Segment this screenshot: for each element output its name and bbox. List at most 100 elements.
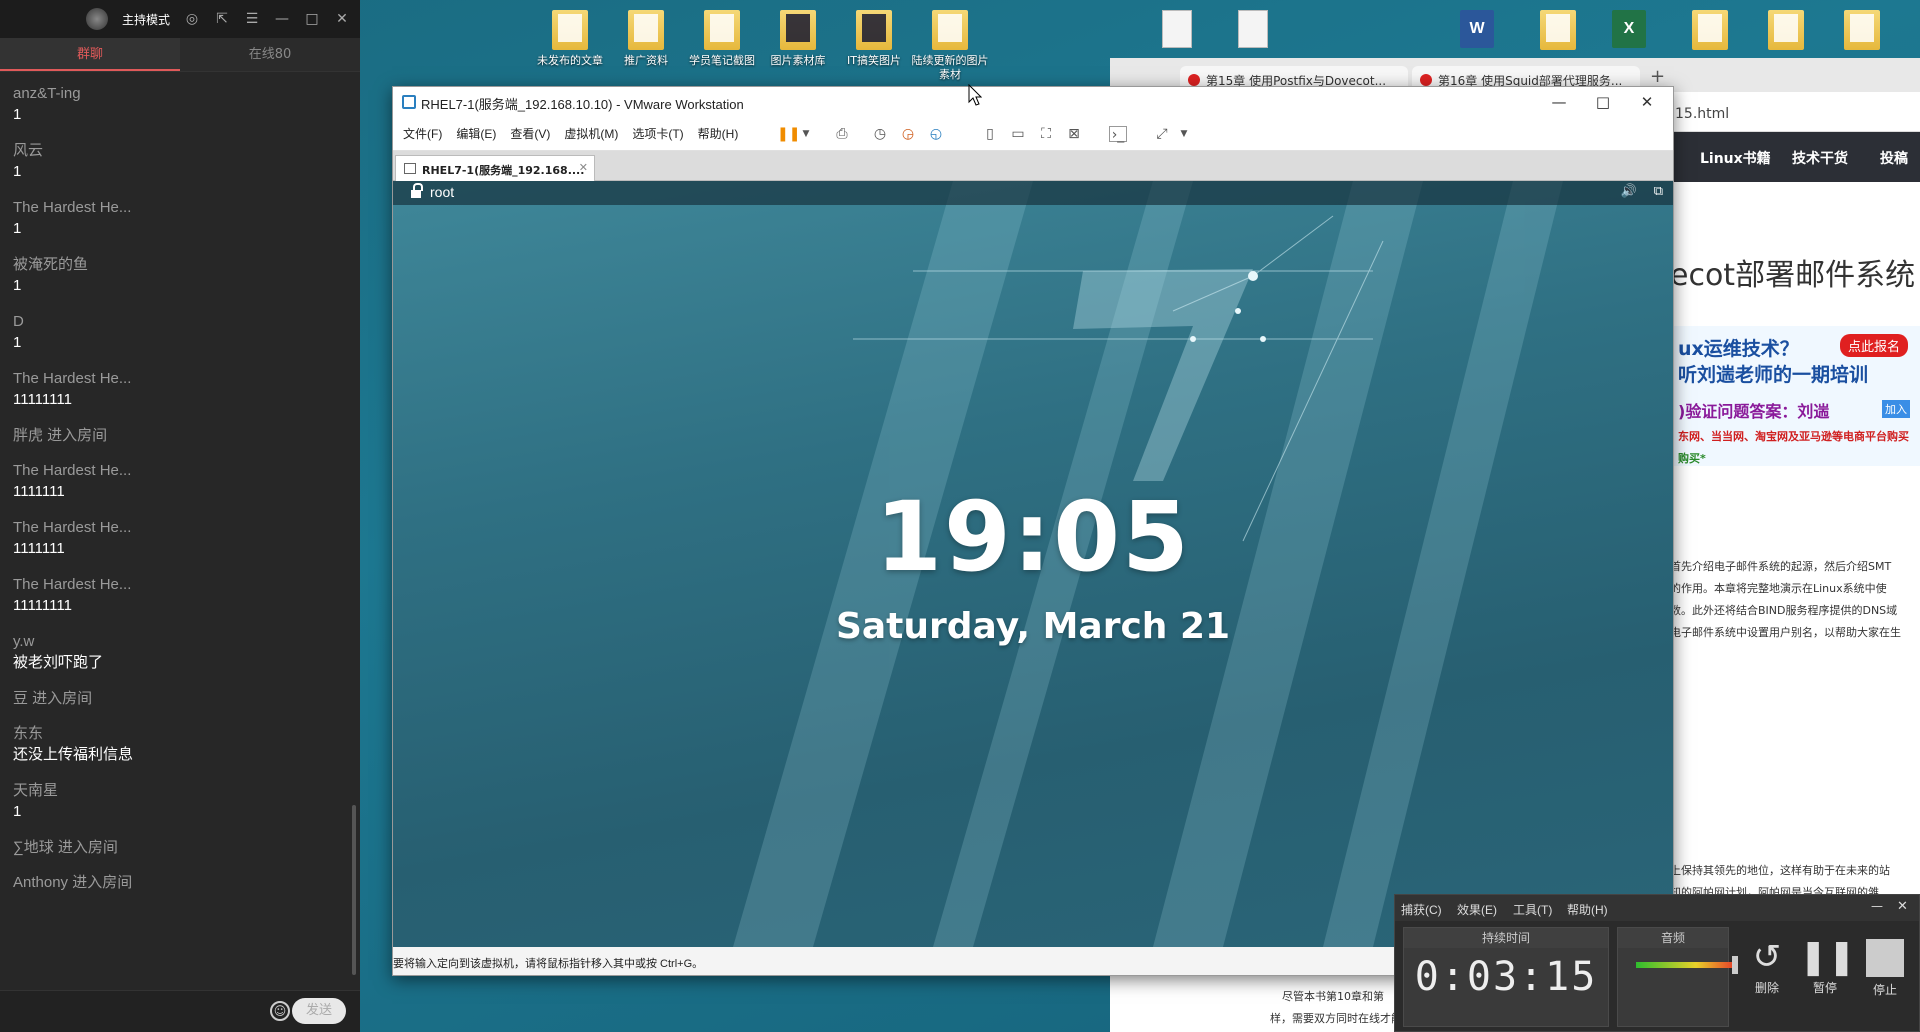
close-icon[interactable]: ✕ (1897, 899, 1908, 914)
desktop-folder-images[interactable]: 图片素材库 (756, 10, 840, 68)
pause-button[interactable]: ❚❚ 暂停 (1799, 935, 1856, 996)
send-button[interactable]: 发送 (292, 998, 346, 1024)
chat-input-bar[interactable]: ☺ 发送 (0, 990, 360, 1032)
nav-link-tech[interactable]: 技术干货 (1792, 148, 1848, 168)
desktop-folder-notes[interactable]: 学员笔记截图 (680, 10, 764, 68)
stretch-icon[interactable]: ⤢ (1153, 126, 1171, 142)
scrollbar[interactable] (352, 805, 356, 975)
audio-volume-slider[interactable] (1732, 956, 1738, 974)
library-view-icon[interactable]: ▯ (981, 126, 999, 142)
menu-file[interactable]: 文件(F) (403, 125, 442, 142)
message-sender[interactable]: Anthony 进入房间 (13, 873, 352, 893)
word-icon[interactable]: W (1460, 10, 1494, 48)
menu-tabs[interactable]: 选项卡(T) (632, 125, 683, 142)
close-button[interactable]: ✕ (1625, 90, 1669, 114)
menu-effects[interactable]: 效果(E) (1457, 901, 1497, 918)
message-sender[interactable]: The Hardest He... (13, 198, 352, 218)
desktop-folder-promo[interactable]: 推广资料 (604, 10, 688, 68)
folder-icon[interactable] (1844, 10, 1880, 50)
nav-link-submit[interactable]: 投稿 (1880, 148, 1908, 168)
chevron-down-icon[interactable]: ▼ (797, 126, 815, 142)
desktop-folder-funny[interactable]: IT搞笑图片 (832, 10, 916, 68)
excel-icon[interactable]: X (1612, 10, 1646, 48)
avatar[interactable] (85, 8, 108, 30)
message-sender[interactable]: 东东 (13, 724, 352, 744)
snapshot-icon[interactable]: ◷ (871, 126, 889, 142)
article-text: 首先介绍电子邮件系统的起源，然后介绍SMT (1670, 560, 1892, 573)
menu-edit[interactable]: 编辑(E) (456, 125, 496, 142)
document-icon[interactable] (1162, 10, 1192, 48)
vm-screen[interactable]: root 🔊 ⧉ 19:05 Saturday, March 21 (393, 181, 1673, 947)
console-icon[interactable]: ›_ (1109, 126, 1127, 143)
site-favicon-icon (1420, 74, 1432, 86)
message-sender[interactable]: The Hardest He... (13, 369, 352, 389)
emoji-icon[interactable]: ☺ (270, 1001, 290, 1021)
network-icon[interactable]: ⧉ (1654, 184, 1663, 199)
ad-banner[interactable]: ux运维技术？ 点此报名 听刘遄老师的一期培训 )验证问题答案：刘遄 加入 东网… (1670, 326, 1920, 466)
delete-button[interactable]: ↺ 删除 (1741, 935, 1793, 996)
target-icon[interactable]: ◎ (184, 11, 200, 27)
folder-icon[interactable] (1768, 10, 1804, 50)
join-badge[interactable]: 加入 (1882, 400, 1910, 418)
document-icon[interactable] (1238, 10, 1268, 48)
menu-tools[interactable]: 工具(T) (1513, 901, 1552, 918)
vmware-titlebar[interactable]: RHEL7-1(服务端_192.168.10.10) - VMware Work… (393, 87, 1673, 117)
message-sender[interactable]: D (13, 312, 352, 332)
menu-view[interactable]: 查看(V) (510, 125, 550, 142)
revert-snapshot-icon[interactable]: ◶ (899, 126, 917, 142)
menu-help[interactable]: 帮助(H) (1567, 901, 1608, 918)
maximize-icon[interactable]: □ (304, 11, 320, 27)
message-sender[interactable]: anz&T-ing (13, 84, 352, 104)
message-sender[interactable]: 胖虎 进入房间 (13, 426, 352, 446)
pause-icon[interactable]: ❚❚ (777, 126, 800, 142)
minimize-icon[interactable]: — (1871, 899, 1883, 913)
maximize-button[interactable]: □ (1581, 90, 1625, 114)
vm-tabbar: RHEL7-1(服务端_192.168.... ✕ (393, 151, 1673, 181)
folder-icon[interactable] (1692, 10, 1728, 50)
message-sender[interactable]: 天南星 (13, 781, 352, 801)
fullscreen-icon[interactable]: ⛶ (1037, 126, 1055, 142)
desktop-folder-updates[interactable]: 陆续更新的图片素材 (908, 10, 992, 82)
message-sender[interactable]: The Hardest He... (13, 575, 352, 595)
close-icon[interactable]: ✕ (579, 161, 588, 174)
message-sender[interactable]: 风云 (13, 141, 352, 161)
host-mode-label[interactable]: 主持模式 (122, 11, 170, 28)
volume-icon[interactable]: 🔊 (1621, 184, 1637, 199)
unity-icon[interactable]: ⊠ (1065, 126, 1083, 142)
menu-capture[interactable]: 捕获(C) (1401, 901, 1442, 918)
tab-online[interactable]: 在线80 (180, 38, 360, 71)
lock-clock: 19:05 (875, 481, 1191, 593)
message-sender[interactable]: The Hardest He... (13, 518, 352, 538)
menu-help[interactable]: 帮助(H) (698, 125, 739, 142)
minimize-button[interactable]: — (1537, 90, 1581, 114)
signup-badge[interactable]: 点此报名 (1840, 334, 1909, 357)
menu-icon[interactable]: ☰ (244, 11, 260, 27)
message-sender[interactable]: ∑地球 进入房间 (13, 838, 352, 858)
tab-group-chat[interactable]: 群聊 (0, 38, 180, 71)
list-item: 东东还没上传福利信息 (13, 724, 352, 766)
vm-tab[interactable]: RHEL7-1(服务端_192.168.... ✕ (395, 155, 595, 181)
send-keys-icon[interactable]: ⎙ (833, 126, 851, 142)
message-sender[interactable]: 被淹死的鱼 (13, 255, 352, 275)
message-sender[interactable]: 豆 进入房间 (13, 689, 352, 709)
new-tab-button[interactable]: + (1650, 66, 1665, 87)
external-link-icon[interactable]: ⇱ (214, 11, 230, 27)
menu-vm[interactable]: 虚拟机(M) (564, 125, 618, 142)
desktop-folder-unpublished[interactable]: 未发布的文章 (528, 10, 612, 68)
chevron-down-icon[interactable]: ▼ (1175, 126, 1193, 142)
nav-link-books[interactable]: Linux书籍 (1700, 148, 1771, 168)
folder-icon (780, 10, 816, 50)
message-sender[interactable]: y.w (13, 632, 352, 652)
message-sender[interactable]: The Hardest He... (13, 461, 352, 481)
message-list[interactable]: anz&T-ing 1 风云 1 The Hardest He... 1 被淹死的鱼 1 D 1 T… (0, 84, 352, 984)
minimize-icon[interactable]: — (274, 11, 290, 27)
stop-button[interactable]: 停止 (1859, 935, 1911, 998)
list-item: 天南星 1 (13, 781, 352, 823)
folder-icon[interactable] (1540, 10, 1576, 50)
close-icon[interactable]: ✕ (334, 11, 350, 27)
message-text: 还没上传福利信息 (13, 746, 134, 763)
chat-tabs: 群聊 在线80 (0, 38, 360, 72)
thumbnail-view-icon[interactable]: ▭ (1009, 126, 1027, 142)
snapshot-manager-icon[interactable]: ◵ (927, 126, 945, 142)
list-item: The Hardest He... 11111111 (13, 369, 352, 411)
